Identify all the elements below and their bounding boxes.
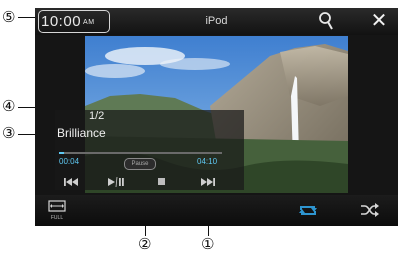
full-screen-button[interactable]: FULL [45,200,69,222]
shuffle-icon [361,203,379,217]
stop-button[interactable] [157,176,167,190]
full-label: FULL [50,215,64,221]
callout-4: ④ [2,97,16,115]
close-icon[interactable]: ✕ [368,10,390,32]
source-title: iPod [205,15,228,27]
callout-3: ③ [2,124,16,142]
play-pause-button[interactable] [107,176,125,190]
remaining-time: 04:10 [197,157,218,166]
pause-status-badge: Pause [124,158,156,170]
callout-2: ② [138,235,152,253]
stop-icon [158,178,165,185]
search-icon[interactable] [317,11,335,31]
next-track-button[interactable] [200,176,216,190]
bottom-bar: FULL [35,195,398,226]
callout-1: ① [201,235,215,253]
play-pause-icon [108,176,124,188]
next-track-icon [201,178,215,186]
previous-track-button[interactable] [63,176,79,190]
track-title: Brilliance [57,126,106,140]
callout-5: ⑤ [2,8,16,26]
track-number: 1/2 [89,110,105,122]
previous-track-icon [64,178,78,186]
repeat-button[interactable] [297,203,319,217]
shuffle-button[interactable] [360,202,380,218]
repeat-icon [299,206,317,215]
ipod-playback-screen: 10:00 AM iPod ✕ 1/2 Brilliance 00:04 04:1… [35,8,398,226]
elapsed-time: 00:04 [59,157,80,166]
top-bar: 10:00 AM iPod ✕ [35,8,398,35]
seek-bar[interactable] [59,152,222,154]
full-screen-icon [48,200,66,212]
seek-bar-progress [59,152,64,154]
